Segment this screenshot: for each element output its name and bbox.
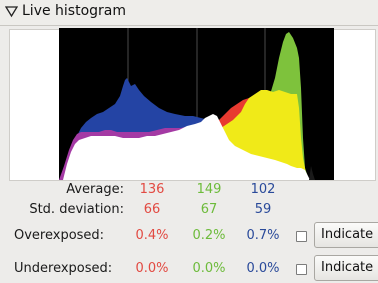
overexposed-label: Overexposed: — [14, 228, 105, 243]
std-deviation-label: Std. deviation: — [29, 202, 124, 217]
overexposed-checkbox[interactable] — [296, 231, 307, 242]
average-label: Average: — [66, 182, 124, 197]
underexposed-indicate-button[interactable]: Indicate — [314, 255, 378, 281]
overexposed-blue-value: 0.7% — [246, 228, 280, 243]
overexposed-green-value: 0.2% — [192, 228, 226, 243]
collapse-triangle-icon[interactable] — [5, 5, 18, 18]
underexposed-green-value: 0.0% — [192, 261, 226, 276]
average-red-value: 136 — [139, 182, 165, 197]
underexposed-blue-value: 0.0% — [246, 261, 280, 276]
std-green-value: 67 — [200, 202, 218, 217]
overexposed-red-value: 0.4% — [135, 228, 169, 243]
panel-header[interactable]: Live histogram — [0, 0, 378, 26]
live-histogram — [59, 28, 334, 180]
underexposed-red-value: 0.0% — [135, 261, 169, 276]
std-blue-value: 59 — [254, 202, 272, 217]
panel-title: Live histogram — [22, 3, 127, 19]
underexposed-label: Underexposed: — [14, 261, 113, 276]
underexposed-checkbox[interactable] — [296, 264, 307, 275]
average-blue-value: 102 — [250, 182, 276, 197]
average-green-value: 149 — [196, 182, 222, 197]
overexposed-indicate-button[interactable]: Indicate — [314, 222, 378, 248]
std-red-value: 66 — [143, 202, 161, 217]
